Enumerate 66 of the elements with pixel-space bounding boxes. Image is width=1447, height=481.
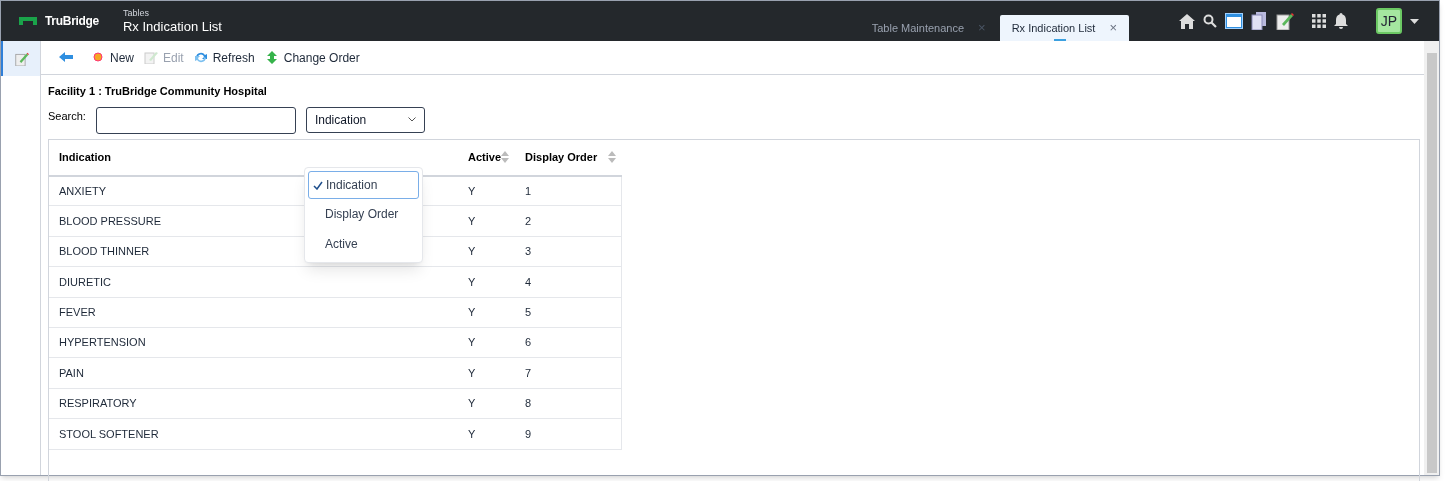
table-cell: Y (468, 336, 476, 349)
table-cell: BLOOD PRESSURE (59, 214, 162, 227)
logo-icon (19, 17, 37, 25)
dropdown-option[interactable]: Active (308, 229, 419, 259)
tab-close-button[interactable]: × (1109, 18, 1117, 38)
documents-icon[interactable] (1251, 12, 1268, 30)
table-cell: 6 (525, 336, 532, 349)
table-cell: FEVER (59, 306, 96, 318)
table-cell: Y (468, 306, 476, 318)
tab[interactable]: Table Maintenance × (857, 15, 1000, 41)
brand-name: TruBridge (45, 13, 99, 30)
table-cell: 3 (525, 245, 532, 258)
edit-note-icon (14, 51, 29, 66)
back-arrow-icon (59, 51, 73, 64)
table-cell: Y (468, 427, 476, 440)
sort-select[interactable]: Indication (305, 106, 425, 133)
table-cell: BLOOD THINNER (59, 245, 150, 258)
table-cell: 9 (525, 427, 532, 440)
sidebar-item[interactable] (1, 41, 40, 76)
table-cell: 2 (525, 214, 532, 227)
table-cell: Y (468, 397, 476, 410)
search-field[interactable] (95, 106, 296, 134)
table-cell: Y (468, 366, 476, 379)
toolbar-button[interactable]: New (91, 48, 134, 67)
table-cell: Y (468, 245, 476, 258)
table-cell: Y (468, 184, 476, 197)
column-header[interactable]: Active (468, 148, 502, 166)
new-icon (91, 51, 105, 64)
search-label: Search: (48, 108, 86, 124)
column-header[interactable]: Indication (59, 148, 111, 166)
table-cell: 4 (525, 275, 532, 288)
caret-icon[interactable] (1410, 18, 1419, 24)
back-button[interactable] (59, 51, 73, 64)
table-cell: ANXIETY (59, 184, 107, 197)
edit-note-icon[interactable] (1276, 12, 1294, 30)
table-cell: Y (468, 214, 476, 227)
home-icon[interactable] (1179, 13, 1195, 29)
toolbar-button[interactable]: Change Order (264, 48, 360, 67)
toolbar-button[interactable]: Refresh (193, 48, 255, 67)
page-title: Rx Indication List (123, 20, 222, 33)
table-cell: 7 (525, 366, 532, 379)
table-cell: 8 (525, 397, 532, 410)
search-icon[interactable] (1203, 14, 1217, 28)
table-cell: Y (468, 275, 476, 288)
checkmark-icon (313, 180, 323, 190)
table-cell: RESPIRATORY (59, 397, 137, 410)
dropdown-option[interactable]: Display Order (308, 199, 419, 229)
edit-note-icon (144, 51, 158, 64)
table-cell: HYPERTENSION (59, 336, 146, 349)
scrollbar[interactable] (1424, 41, 1439, 475)
column-header[interactable]: Display Order (525, 148, 598, 166)
table-cell: STOOL SOFTENER (59, 427, 159, 440)
table-cell: 1 (525, 184, 532, 197)
page-subtitle: Tables (123, 9, 150, 18)
user-avatar[interactable]: JP (1376, 8, 1402, 34)
tab[interactable]: Rx Indication List × (999, 15, 1129, 41)
apps-icon[interactable] (1312, 14, 1326, 28)
dropdown-option[interactable]: Indication (308, 171, 419, 199)
notification-bell-icon[interactable] (1334, 13, 1348, 29)
chevron-down-icon (407, 117, 416, 122)
table-cell: 5 (525, 306, 532, 318)
refresh-icon (193, 51, 208, 64)
facility-heading: Facility 1 : TruBridge Community Hospital (48, 84, 268, 99)
table-cell: DIURETIC (59, 275, 111, 288)
table-cell: PAIN (59, 366, 84, 379)
window-icon[interactable] (1225, 13, 1243, 29)
